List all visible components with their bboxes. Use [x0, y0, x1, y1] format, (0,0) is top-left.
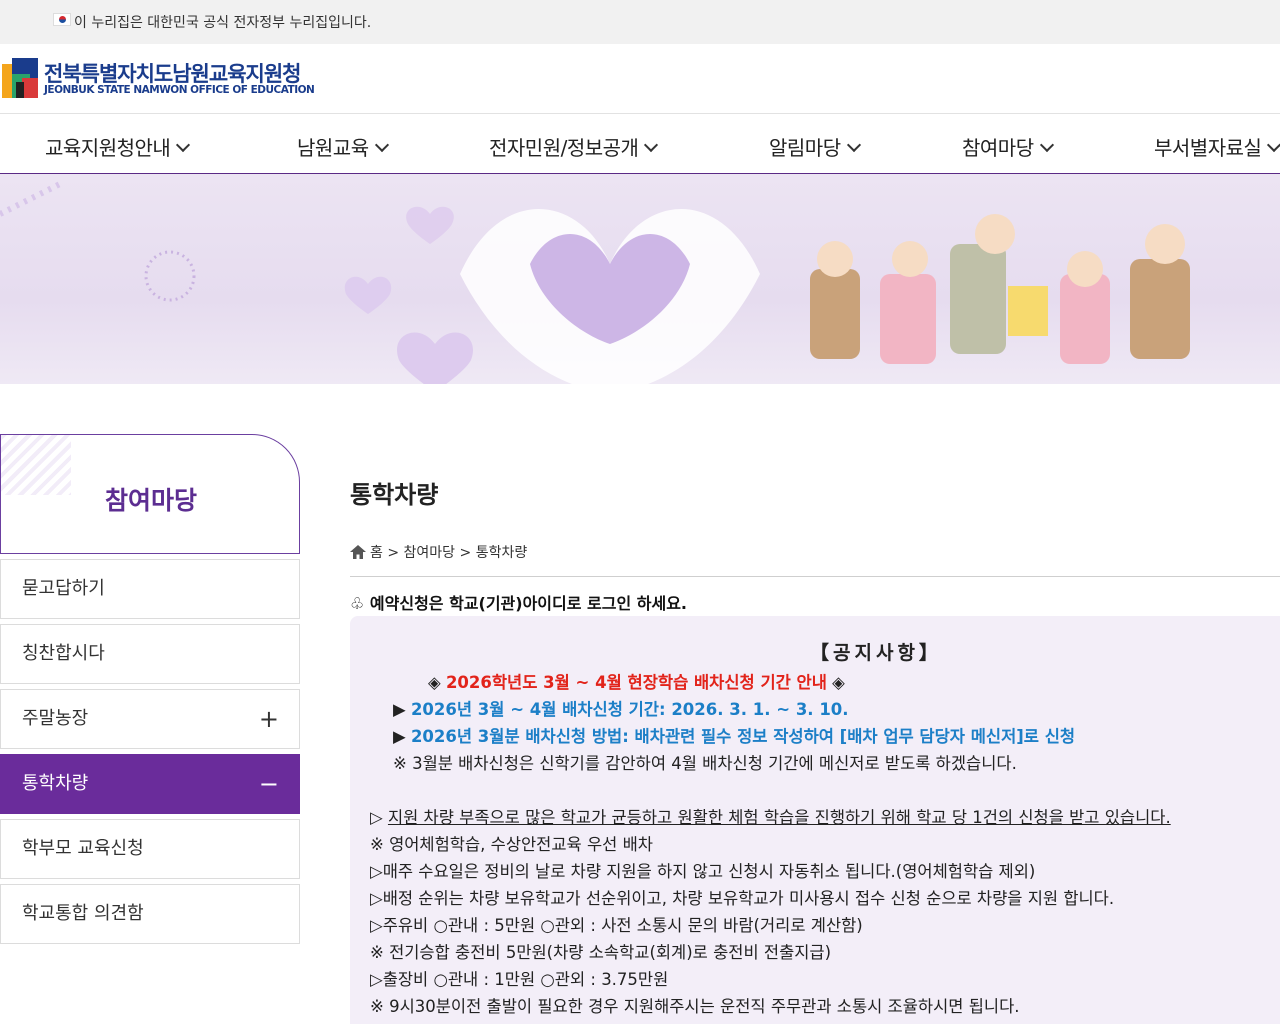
- notice-period-dates: 2026년 3월 ~ 4월 배차신청 기간: 2026. 3. 1. ~ 3. …: [410, 700, 849, 719]
- notice-line-2: ▶ 2026년 3월 ~ 4월 배차신청 기간: 2026. 3. 1. ~ 3…: [393, 696, 849, 720]
- notice-line-1: ◈ 2026학년도 3월 ~ 4월 현장학습 배차신청 기간 안내 ◈: [428, 669, 845, 693]
- breadcrumb-separator: >: [459, 545, 472, 561]
- korea-flag-icon: [53, 13, 71, 26]
- gnb-label: 부서별자료실: [1154, 136, 1262, 160]
- notice-heading: 【공지사항】: [810, 642, 942, 664]
- notice-line-5: ▷ 지원 차량 부족으로 많은 학교가 균등하고 원활한 체험 학습을 진행하기…: [370, 804, 1171, 828]
- gnb-item-notices[interactable]: 알림마당: [769, 132, 861, 161]
- lnb-item-praise[interactable]: 칭찬합시다: [0, 624, 300, 684]
- lnb-item-parent-education[interactable]: 학부모 교육신청: [0, 819, 300, 879]
- gnb-item-department-files[interactable]: 부서별자료실: [1154, 132, 1280, 161]
- lnb-item-label: 학교통합 의견함: [22, 903, 144, 924]
- notice-line-4: ※ 3월분 배차신청은 신학기를 감안하여 4월 배차신청 기간에 메신저로 받…: [393, 754, 1017, 773]
- gnb-item-office-info[interactable]: 교육지원청안내: [45, 132, 191, 161]
- home-icon[interactable]: [350, 545, 366, 559]
- lnb-item-weekend-farm[interactable]: 주말농장 +: [0, 689, 300, 749]
- content-divider: [350, 576, 1280, 577]
- notice-box: 【공지사항】 ◈ 2026학년도 3월 ~ 4월 현장학습 배차신청 기간 안내…: [350, 616, 1280, 1024]
- arrow-marker: ▶: [393, 700, 411, 719]
- lnb-header: 참여마당: [0, 434, 300, 554]
- gnb-item-civil-service[interactable]: 전자민원/정보공개: [489, 132, 659, 161]
- logo-text-english[interactable]: JEONBUK STATE NAMWON OFFICE OF EDUCATION: [44, 84, 315, 96]
- breadcrumb-separator: >: [387, 545, 400, 561]
- chevron-down-icon: [1267, 137, 1280, 153]
- diamond-marker: ◈: [428, 673, 446, 692]
- minus-icon[interactable]: −: [259, 755, 279, 813]
- lnb-item-school-opinion[interactable]: 학교통합 의견함: [0, 884, 300, 944]
- gov-banner-text: 이 누리집은 대한민국 공식 전자정부 누리집입니다.: [74, 15, 372, 31]
- hero-illustration: [0, 181, 1190, 384]
- notice-line-9: ▷주유비 ○관내 : 5만원 ○관외 : 사전 소통시 문의 바람(거리로 계산…: [370, 916, 863, 935]
- gnb-label: 교육지원청안내: [45, 136, 171, 160]
- lnb-item-label: 주말농장: [22, 708, 89, 729]
- gnb-label: 남원교육: [297, 136, 369, 160]
- notice-line-12: ※ 9시30분이전 출발이 필요한 경우 지원해주시는 운전직 주무관과 소통시…: [370, 997, 1020, 1016]
- arrow-marker: ▶: [393, 727, 411, 746]
- logo-icon[interactable]: [2, 56, 40, 102]
- lnb-item-label: 묻고답하기: [22, 578, 105, 599]
- gnb-label: 알림마당: [769, 136, 841, 160]
- notice-line-3: ▶ 2026년 3월분 배차신청 방법: 배차관련 필수 정보 작성하여 [배차…: [393, 723, 1075, 747]
- lnb-item-school-bus[interactable]: 통학차량 −: [0, 754, 300, 814]
- notice-line-11: ▷출장비 ○관내 : 1만원 ○관외 : 3.75만원: [370, 970, 669, 989]
- chevron-down-icon: [846, 137, 861, 153]
- breadcrumb: 홈 > 참여마당 > 통학차량: [350, 542, 527, 562]
- gnb-label: 참여마당: [962, 136, 1034, 160]
- breadcrumb-participation[interactable]: 참여마당: [404, 545, 456, 561]
- notice-line-6: ※ 영어체험학습, 수상안전교육 우선 배차: [370, 835, 653, 854]
- notice-line-10: ※ 전기승합 충전비 5만원(차량 소속학교(회계)로 충전비 전출지급): [370, 943, 832, 962]
- gov-banner: 이 누리집은 대한민국 공식 전자정부 누리집입니다.: [0, 0, 1280, 44]
- notice-line-8: ▷배정 순위는 차량 보유학교가 선순위이고, 차량 보유학교가 미사용시 접수…: [370, 889, 1115, 908]
- main-navigation: 교육지원청안내 남원교육 전자민원/정보공개 알림마당 참여마당 부서별자료실: [0, 115, 1280, 174]
- chevron-down-icon: [374, 137, 389, 153]
- gnb-label: 전자민원/정보공개: [489, 136, 639, 160]
- hero-banner: [0, 174, 1280, 384]
- chevron-down-icon: [644, 137, 659, 153]
- plus-icon[interactable]: +: [259, 690, 279, 748]
- lnb-item-label: 통학차량: [22, 773, 89, 794]
- gnb-item-participation[interactable]: 참여마당: [962, 132, 1054, 161]
- notice-limit-text: 지원 차량 부족으로 많은 학교가 균등하고 원활한 체험 학습을 진행하기 위…: [387, 808, 1171, 827]
- chevron-down-icon: [176, 137, 191, 153]
- lnb-title: 참여마당: [104, 486, 197, 515]
- gnb-item-namwon-education[interactable]: 남원교육: [297, 132, 389, 161]
- breadcrumb-current: 통학차량: [475, 545, 528, 561]
- chevron-down-icon: [1039, 137, 1054, 153]
- login-notice: ♧ 예약신청은 학교(기관)아이디로 로그인 하세요.: [350, 594, 688, 613]
- notice-method: 2026년 3월분 배차신청 방법: 배차관련 필수 정보 작성하여 [배차 업…: [410, 727, 1076, 746]
- diamond-marker: ◈: [826, 673, 845, 692]
- page-title: 통학차량: [350, 481, 439, 509]
- breadcrumb-home[interactable]: 홈: [370, 545, 383, 561]
- lnb-item-label: 학부모 교육신청: [22, 838, 144, 859]
- lnb-item-qna[interactable]: 묻고답하기: [0, 559, 300, 619]
- arrow-marker: ▷: [370, 808, 388, 827]
- lnb-item-label: 칭찬합시다: [22, 643, 105, 664]
- notice-period-title: 2026학년도 3월 ~ 4월 현장학습 배차신청 기간 안내: [445, 673, 827, 692]
- notice-line-7: ▷매주 수요일은 정비의 날로 차량 지원을 하지 않고 신청시 자동취소 됩니…: [370, 862, 1036, 881]
- site-header: 전북특별자치도남원교육지원청 JEONBUK STATE NAMWON OFFI…: [0, 44, 1280, 114]
